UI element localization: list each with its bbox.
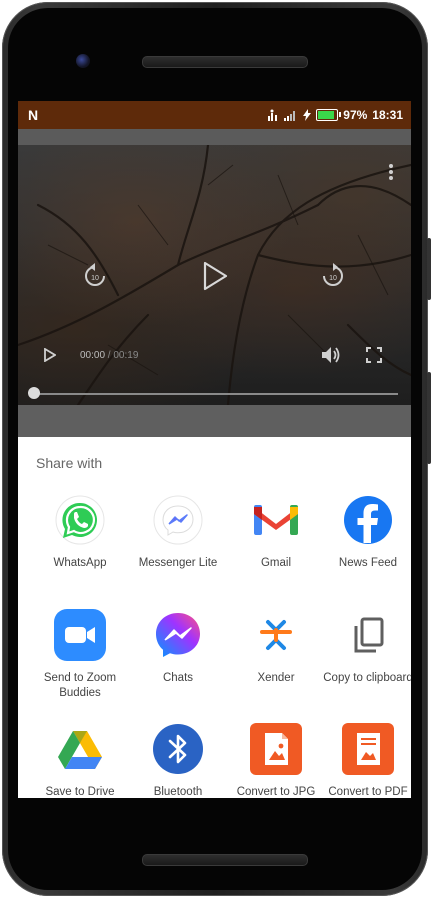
clock: 18:31 <box>372 108 403 122</box>
alarm-signal-icon <box>268 109 278 121</box>
volume-button <box>427 238 431 300</box>
share-app-chats[interactable]: Chats <box>129 609 227 686</box>
share-app-xender[interactable]: Xender <box>227 609 325 686</box>
messenger-icon <box>152 609 204 661</box>
share-sheet-title: Share with <box>36 455 103 471</box>
app-label: Gmail <box>260 557 292 569</box>
status-bar: N 97% 18:31 <box>18 101 411 129</box>
zoom-icon <box>54 609 106 661</box>
image-convert-icon <box>250 723 302 775</box>
share-app-facebook[interactable]: News Feed <box>319 494 411 571</box>
svg-text:10: 10 <box>91 275 99 282</box>
share-app-gmail[interactable]: Gmail <box>227 494 325 571</box>
share-app-whatsapp[interactable]: WhatsApp <box>31 494 129 571</box>
share-app-copy[interactable]: Copy to clipboard <box>319 609 411 686</box>
share-sheet: Share with WhatsApp Messenger Lite Gmail… <box>18 437 411 798</box>
play-icon[interactable] <box>202 261 228 291</box>
dimmed-area <box>18 405 411 437</box>
share-app-convert-jpg[interactable]: Convert to JPG <box>227 723 325 798</box>
rewind-10-icon[interactable]: 10 <box>82 263 108 289</box>
time-current: 00:00 <box>80 350 106 361</box>
charging-icon <box>303 109 312 121</box>
copy-icon <box>342 609 394 661</box>
battery-percent: 97% <box>343 108 368 122</box>
fullscreen-icon[interactable] <box>366 347 382 363</box>
bluetooth-icon <box>152 723 204 775</box>
messenger-lite-icon <box>152 494 204 546</box>
front-camera <box>76 54 90 68</box>
app-label: Xender <box>257 672 295 684</box>
share-app-drive[interactable]: Save to Drive <box>31 723 129 798</box>
google-drive-icon <box>54 723 106 775</box>
power-button <box>427 372 431 464</box>
notification-icon: N <box>28 107 39 123</box>
app-label: Send to Zoom Buddies <box>43 672 117 699</box>
app-label: News Feed <box>338 557 398 569</box>
gmail-icon <box>250 494 302 546</box>
share-app-convert-pdf[interactable]: Convert to PDF <box>319 723 411 798</box>
whatsapp-icon <box>54 494 106 546</box>
forward-10-icon[interactable]: 10 <box>320 263 346 289</box>
battery-icon <box>316 109 342 121</box>
share-app-zoom[interactable]: Send to Zoom Buddies <box>31 609 129 701</box>
svg-text:10: 10 <box>329 275 337 282</box>
facebook-icon <box>342 494 394 546</box>
seek-knob[interactable] <box>28 387 40 399</box>
xender-icon <box>250 609 302 661</box>
pdf-convert-icon <box>342 723 394 775</box>
seek-bar[interactable] <box>32 393 398 395</box>
app-label: Convert to JPG <box>236 786 316 798</box>
bottom-speaker <box>142 854 308 866</box>
volume-icon[interactable] <box>320 345 342 365</box>
battery-level <box>318 111 334 119</box>
signal-icon <box>284 111 296 121</box>
small-play-icon[interactable] <box>44 348 56 362</box>
app-bar-strip <box>18 129 411 145</box>
app-label: Save to Drive <box>45 786 115 798</box>
app-label: Copy to clipboard <box>323 672 411 684</box>
app-label: Messenger Lite <box>138 557 218 569</box>
app-label: Bluetooth <box>153 786 203 798</box>
video-player[interactable]: 10 10 00:00 / 00:19 <box>18 145 411 405</box>
share-app-messenger-lite[interactable]: Messenger Lite <box>129 494 227 571</box>
app-label: WhatsApp <box>53 557 107 569</box>
more-options-icon[interactable] <box>388 163 394 181</box>
video-time: 00:00 / 00:19 <box>80 350 138 361</box>
app-label: Convert to PDF <box>328 786 408 798</box>
time-total: 00:19 <box>113 350 139 361</box>
earpiece-speaker <box>142 56 308 68</box>
screen: N 97% 18:31 10 10 00:00 / 00:19 Share wi… <box>18 101 411 798</box>
app-label: Chats <box>162 672 194 684</box>
status-icons: 97% 18:31 <box>267 108 403 122</box>
share-app-bluetooth[interactable]: Bluetooth <box>129 723 227 798</box>
